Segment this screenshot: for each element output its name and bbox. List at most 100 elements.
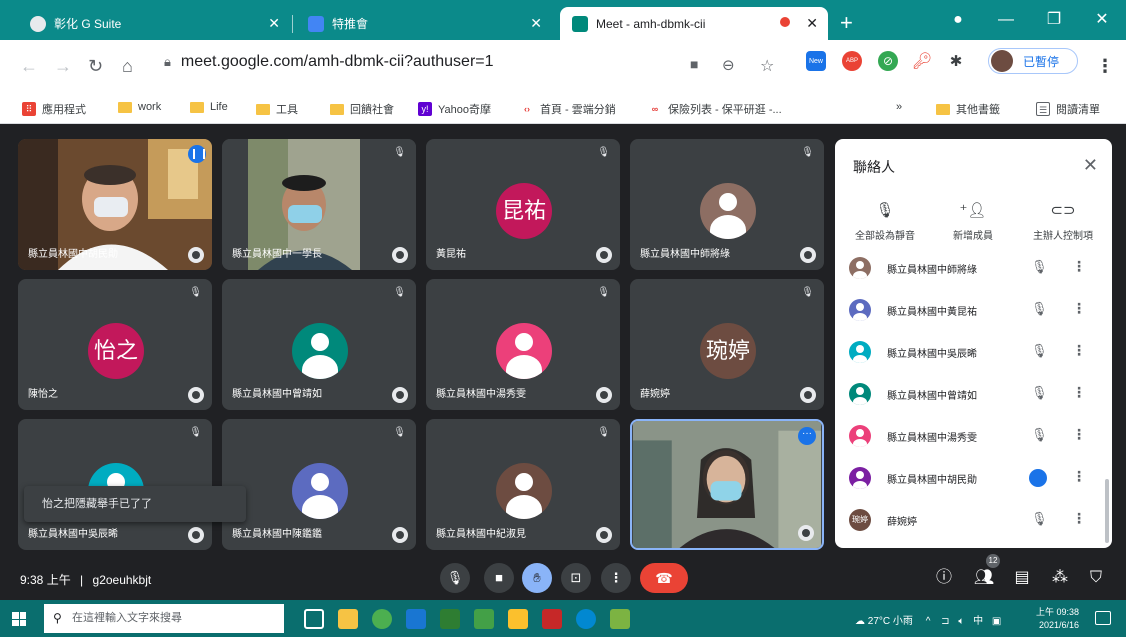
maximize-icon[interactable]: ❐: [1030, 0, 1078, 40]
more-vert-icon[interactable]: ⋮: [1072, 510, 1086, 527]
adblock-icon[interactable]: ABP: [842, 51, 862, 71]
home-icon[interactable]: ⌂: [122, 56, 133, 77]
list-item[interactable]: 縣立員林國中吳辰晞 🎙︎ ⋮: [835, 333, 1100, 371]
mic-off-icon[interactable]: 🎙︎: [1031, 427, 1048, 443]
pin-icon[interactable]: [596, 527, 612, 543]
list-item[interactable]: 縣立員林國中黃昆祐 🎙︎ ⋮: [835, 291, 1100, 329]
activities-icon[interactable]: ⁂: [1048, 566, 1072, 590]
mic-off-icon[interactable]: 🎙︎: [1031, 259, 1048, 275]
zoom-icon[interactable]: ⊖: [722, 56, 735, 74]
mic-off-icon[interactable]: 🎙︎: [1031, 343, 1048, 359]
close-tab-icon[interactable]: ✕: [530, 15, 542, 32]
bookmark-apps[interactable]: ⠿ 應用程式: [22, 101, 86, 117]
extension-green-icon[interactable]: ⊘: [878, 51, 898, 71]
participant-tile[interactable]: 🎙︎ 縣立員林國中陳鑑鑑: [222, 419, 416, 550]
forward-icon[interactable]: →: [54, 56, 72, 77]
extensions-puzzle-icon[interactable]: ✱: [946, 51, 966, 71]
bookmark-tools[interactable]: 工具: [256, 101, 298, 117]
bookmark-giveback[interactable]: 回饋社會: [330, 101, 394, 117]
meeting-code[interactable]: g2oeuhkbjt: [93, 573, 152, 587]
more-vert-icon[interactable]: ⋮: [1072, 426, 1086, 443]
sheets-icon[interactable]: [440, 609, 460, 629]
chrome-icon[interactable]: [372, 609, 392, 629]
network-icon[interactable]: ⊐: [941, 616, 949, 627]
speaking-indicator-icon[interactable]: [1029, 469, 1047, 487]
app-icon[interactable]: [610, 609, 630, 629]
mute-all-button[interactable]: 🎙︎ 全部設為靜音: [840, 201, 930, 242]
self-view-tile[interactable]: ···: [630, 419, 824, 550]
list-item[interactable]: 縣立員林國中師將綠 🎙︎ ⋮: [835, 249, 1100, 287]
pin-icon[interactable]: [188, 387, 204, 403]
mic-off-icon[interactable]: 🎙︎: [1031, 385, 1048, 401]
pin-icon[interactable]: [800, 387, 816, 403]
panel-scrollbar[interactable]: [1105, 479, 1109, 543]
end-call-button[interactable]: ☎︎: [640, 563, 688, 593]
list-item[interactable]: 縣立員林國中曾靖如 🎙︎ ⋮: [835, 375, 1100, 413]
pin-icon[interactable]: [596, 247, 612, 263]
camera-button[interactable]: ■: [484, 563, 514, 593]
mail-icon[interactable]: [406, 609, 426, 629]
tab-meet[interactable]: Meet - amh-dbmk-cii ✕: [560, 7, 828, 40]
mic-off-icon[interactable]: 🎙︎: [1031, 511, 1048, 527]
browser-menu-icon[interactable]: ⋮: [1096, 56, 1114, 77]
more-vert-icon[interactable]: ⋮: [1072, 300, 1086, 317]
host-controls-button[interactable]: ⊂⊃ 主辦人控制項: [1018, 201, 1108, 242]
pin-icon[interactable]: [188, 527, 204, 543]
pin-icon[interactable]: [596, 387, 612, 403]
tab-gsuite[interactable]: 彰化 G Suite ✕: [18, 7, 290, 40]
new-extension-icon[interactable]: New: [806, 51, 826, 71]
list-item[interactable]: 縣立員林國中胡民勛 ⋮: [835, 459, 1100, 497]
list-item[interactable]: 縣立員林國中湯秀雯 🎙︎ ⋮: [835, 417, 1100, 455]
edge-icon[interactable]: [576, 609, 596, 629]
reload-icon[interactable]: ↻: [88, 56, 103, 77]
tab-search-icon[interactable]: ●: [934, 0, 982, 40]
close-tab-icon[interactable]: ✕: [268, 15, 280, 32]
key-extension-icon[interactable]: 🔑︎: [912, 51, 932, 71]
back-icon[interactable]: ←: [20, 56, 38, 77]
bookmark-star-icon[interactable]: ☆: [760, 56, 774, 76]
microphone-button[interactable]: 🎙︎: [440, 563, 470, 593]
mic-off-icon[interactable]: 🎙︎: [1031, 301, 1048, 317]
participant-tile[interactable]: 🎙︎ 琬婷 薛婉婷: [630, 279, 824, 410]
tab-meeting-committee[interactable]: 特推會 ✕: [296, 7, 552, 40]
bookmark-reading-list[interactable]: ☰ 閱讀清單: [1036, 101, 1100, 117]
more-vert-icon[interactable]: ⋮: [1072, 342, 1086, 359]
file-explorer-icon[interactable]: [338, 609, 358, 629]
close-window-icon[interactable]: ✕: [1078, 0, 1126, 40]
powerpoint-icon[interactable]: [542, 609, 562, 629]
more-vert-icon[interactable]: ⋮: [1072, 258, 1086, 275]
sticky-notes-icon[interactable]: [508, 609, 528, 629]
more-options-button[interactable]: ⋮: [601, 563, 631, 593]
bookmark-insurance[interactable]: ∞ 保險列表 - 保平研逛 -...: [648, 101, 782, 117]
participant-tile[interactable]: 🎙︎ 縣立員林國中師將綠: [630, 139, 824, 270]
list-item[interactable]: 琬婷 薛婉婷 🎙︎ ⋮: [835, 501, 1100, 539]
task-view-icon[interactable]: [304, 609, 324, 629]
profile-button[interactable]: 已暫停: [988, 48, 1078, 74]
ime-indicator[interactable]: 中: [973, 616, 983, 627]
people-icon[interactable]: 👥︎: [972, 566, 996, 590]
participant-tile[interactable]: 縣立員林國中胡民勛: [18, 139, 212, 270]
camera-permission-icon[interactable]: ■: [690, 56, 698, 72]
participant-tile[interactable]: 🎙︎ 昆祐 黃昆祐: [426, 139, 620, 270]
volume-icon[interactable]: 🔈︎: [958, 616, 964, 627]
pin-icon[interactable]: [798, 525, 814, 541]
taskbar-clock[interactable]: 上午 09:38 2021/6/16: [1036, 606, 1079, 632]
close-tab-icon[interactable]: ✕: [806, 15, 818, 32]
pin-icon[interactable]: [188, 247, 204, 263]
more-vert-icon[interactable]: ⋮: [1072, 468, 1086, 485]
participant-tile[interactable]: 🎙︎ 縣立員林國中吳辰晞: [18, 419, 212, 550]
taskbar-search-box[interactable]: ⚲ 在這裡輸入文字來搜尋: [44, 604, 284, 633]
bookmark-other[interactable]: 其他書籤: [936, 101, 1000, 117]
bookmark-yahoo[interactable]: y! Yahoo奇摩: [418, 101, 491, 117]
participant-tile[interactable]: 🎙︎ 怡之 陳怡之: [18, 279, 212, 410]
more-options-icon[interactable]: ···: [798, 427, 816, 445]
raise-hand-button[interactable]: ✋︎: [522, 563, 552, 593]
pin-icon[interactable]: [392, 247, 408, 263]
show-hidden-icons-icon[interactable]: ^: [926, 616, 931, 627]
bookmark-overflow[interactable]: »: [896, 101, 902, 113]
windows-start-icon[interactable]: [12, 612, 26, 626]
close-icon[interactable]: ✕: [1083, 155, 1098, 176]
add-people-button[interactable]: ⁺👤︎ 新增成員: [928, 201, 1018, 242]
participant-tile[interactable]: 🎙︎ 縣立員林國中湯秀雯: [426, 279, 620, 410]
ime-mode-icon[interactable]: ▣: [992, 616, 1001, 627]
